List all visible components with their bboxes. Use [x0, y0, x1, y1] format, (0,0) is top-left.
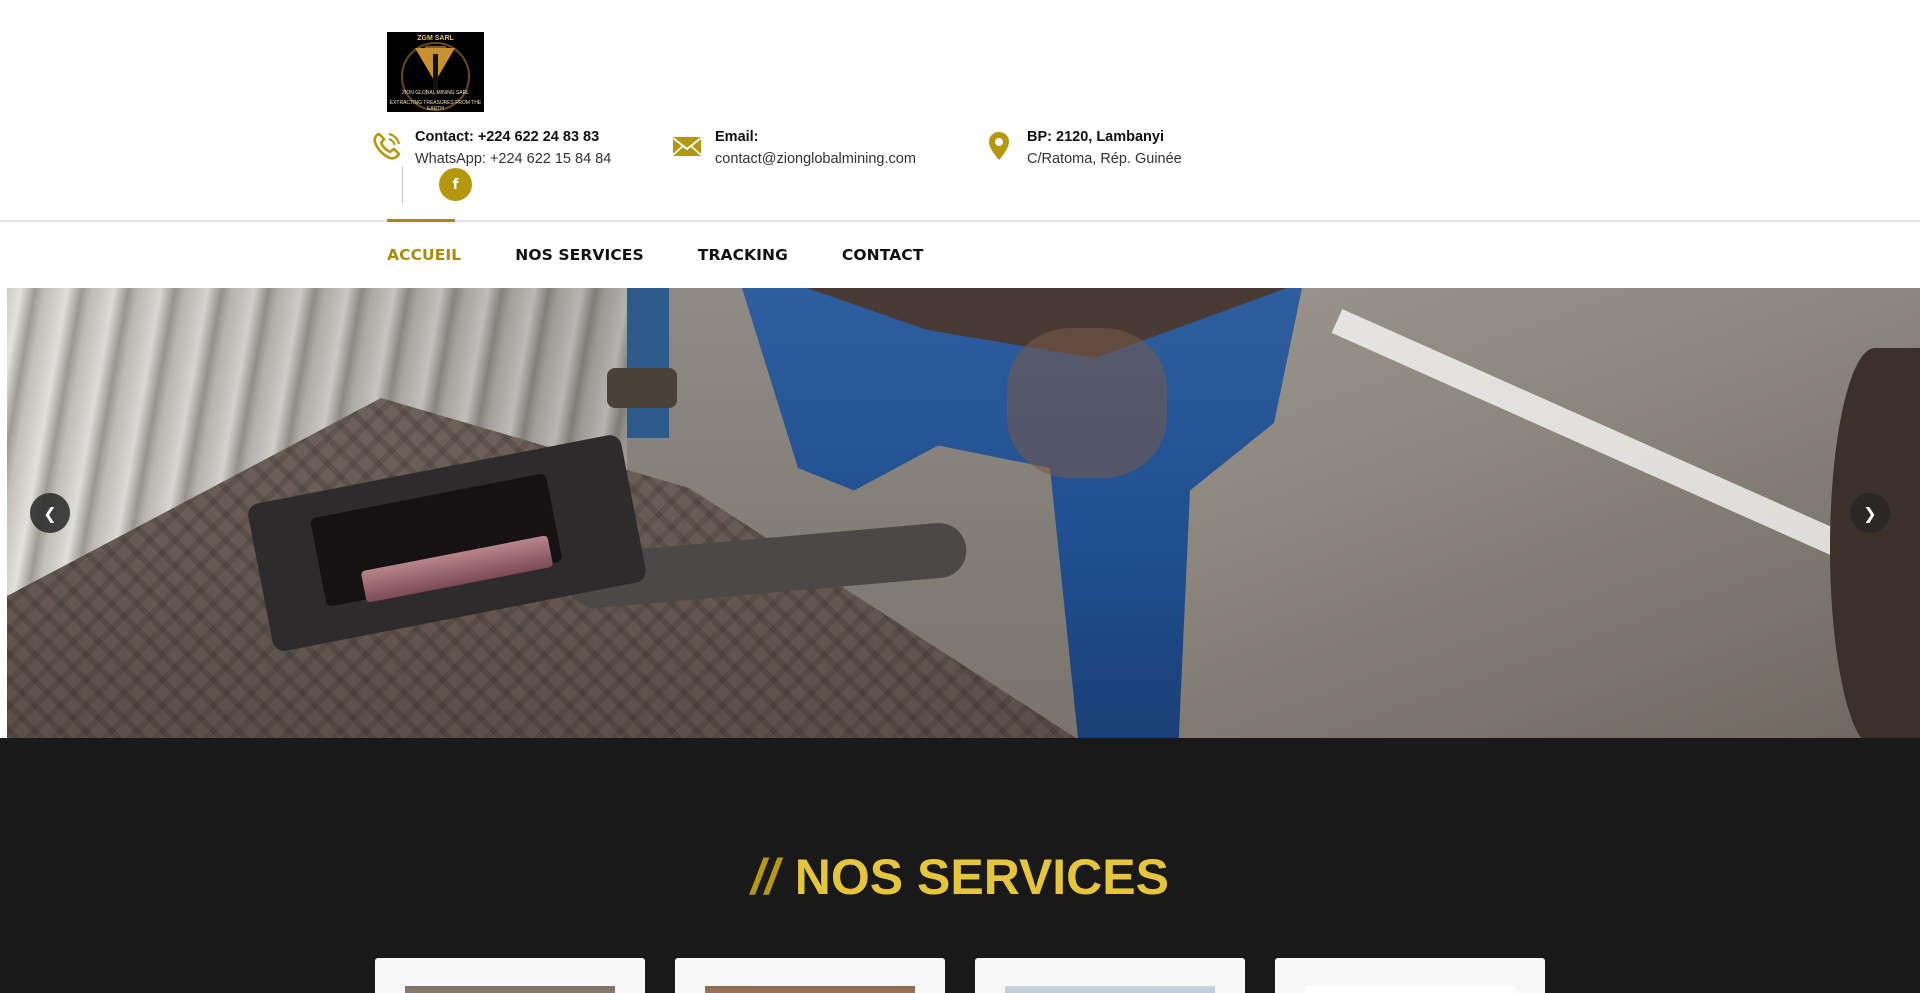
- service-card-image: [705, 986, 915, 993]
- hero-pipe: [627, 288, 669, 438]
- facebook-icon[interactable]: f: [439, 168, 472, 201]
- contact-address: BP: 2120, Lambanyi C/Ratoma, Rép. Guinée: [983, 126, 1182, 170]
- hero-carousel: ❮ ❯: [7, 288, 1920, 738]
- services-section: // NOS SERVICES: [0, 738, 1920, 993]
- site-header: ZGM SARL ZION GLOBAL MINING SARL EXTRACT…: [0, 0, 1920, 220]
- nav-item-tracking[interactable]: TRACKING: [698, 246, 788, 264]
- services-heading-slashes: //: [751, 849, 779, 905]
- social-divider: [402, 166, 403, 204]
- hero-stand-rust: [1007, 328, 1167, 478]
- map-pin-icon: [989, 132, 1009, 160]
- phone-contact-label[interactable]: Contact: +224 622 24 83 83: [415, 126, 611, 148]
- services-heading: // NOS SERVICES: [0, 848, 1920, 906]
- service-card[interactable]: [1275, 958, 1545, 993]
- email-label: Email:: [715, 129, 759, 145]
- envelope-icon: [672, 137, 702, 156]
- contact-email: Email: contact@zionglobalmining.com: [671, 126, 916, 170]
- service-card-image: [405, 986, 615, 993]
- phone-icon: [373, 132, 401, 160]
- carousel-prev-button[interactable]: ❮: [30, 493, 70, 533]
- address-line-1: BP: 2120, Lambanyi: [1027, 129, 1164, 145]
- contact-phone: Contact: +224 622 24 83 83 WhatsApp: +22…: [371, 126, 611, 170]
- hero-dark-edge: [1830, 348, 1920, 738]
- logo-ring-text: ZION GLOBAL MINING SARL: [401, 90, 470, 96]
- service-card[interactable]: [675, 958, 945, 993]
- whatsapp-number[interactable]: WhatsApp: +224 622 15 84 84: [415, 148, 611, 170]
- service-card-image: [1305, 986, 1515, 993]
- nav-item-contact[interactable]: CONTACT: [842, 246, 924, 264]
- nav-item-nos-services[interactable]: NOS SERVICES: [515, 246, 644, 264]
- email-address-link[interactable]: contact@zionglobalmining.com: [715, 148, 916, 170]
- logo-bottom-text: EXTRACTING TREASURES FROM THE EARTH: [389, 100, 482, 112]
- logo-pole: [433, 54, 438, 94]
- services-heading-text: NOS SERVICES: [794, 849, 1169, 905]
- service-card-image: [1005, 986, 1215, 993]
- company-logo[interactable]: ZGM SARL ZION GLOBAL MINING SARL EXTRACT…: [387, 32, 484, 112]
- service-card[interactable]: [375, 958, 645, 993]
- logo-top-text: ZGM SARL: [417, 35, 454, 42]
- service-card[interactable]: [975, 958, 1245, 993]
- nav-item-accueil[interactable]: ACCUEIL: [387, 246, 461, 264]
- hero-valve: [607, 368, 677, 408]
- carousel-next-button[interactable]: ❯: [1850, 493, 1890, 533]
- main-nav: ACCUEIL NOS SERVICES TRACKING CONTACT: [387, 222, 977, 288]
- address-line-2: C/Ratoma, Rép. Guinée: [1027, 151, 1182, 167]
